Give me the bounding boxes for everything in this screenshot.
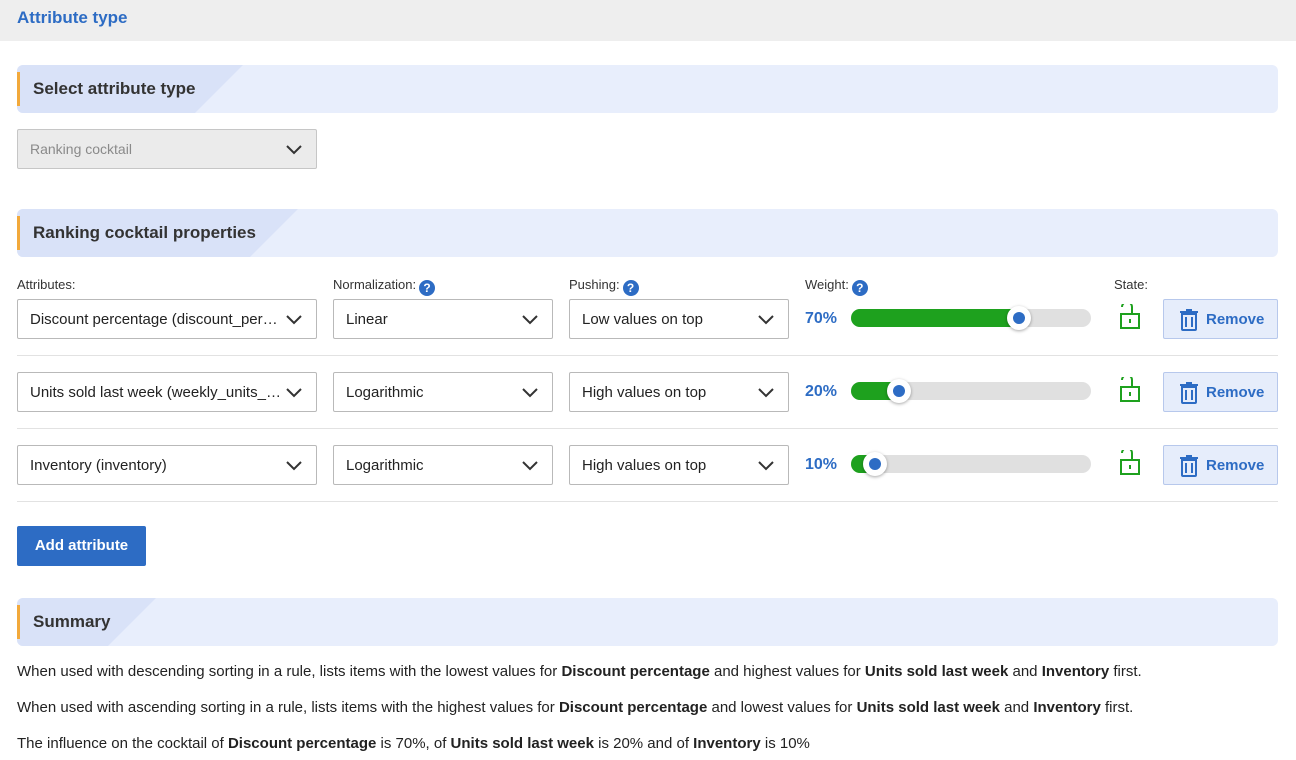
row-divider	[17, 355, 1278, 356]
trash-icon	[1180, 309, 1198, 331]
weight-percentage: 70%	[805, 310, 838, 327]
attribute-select[interactable]: Inventory (inventory)	[17, 445, 317, 485]
weight-percentage: 10%	[805, 456, 838, 473]
column-label-attributes: Attributes:	[17, 277, 76, 292]
weight-slider-handle[interactable]	[887, 379, 911, 403]
summary-line-ascending: When used with ascending sorting in a ru…	[17, 699, 1134, 716]
normalization-select[interactable]: Logarithmic	[333, 445, 553, 485]
help-icon[interactable]: ?	[851, 280, 868, 296]
normalization-select[interactable]: Logarithmic	[333, 372, 553, 412]
column-label-pushing: Pushing:?	[569, 277, 639, 296]
chevron-down-icon	[758, 315, 774, 325]
attribute-select[interactable]: Units sold last week (weekly_units_s...	[17, 372, 317, 412]
chevron-down-icon	[286, 315, 302, 325]
unlock-icon[interactable]	[1118, 377, 1142, 403]
pushing-select[interactable]: High values on top	[569, 445, 789, 485]
weight-slider[interactable]	[851, 379, 1091, 403]
select-value: Ranking cocktail	[30, 141, 132, 157]
chevron-down-icon	[286, 461, 302, 471]
pushing-select[interactable]: Low values on top	[569, 299, 789, 339]
weight-slider-handle[interactable]	[863, 452, 887, 476]
select-value: Inventory (inventory)	[30, 457, 167, 474]
section-title: Select attribute type	[33, 79, 196, 98]
page-title: Attribute type	[17, 8, 128, 27]
select-value: High values on top	[582, 384, 707, 401]
chevron-down-icon	[758, 388, 774, 398]
column-label-weight: Weight:?	[805, 277, 868, 296]
unlock-icon[interactable]	[1118, 450, 1142, 476]
section-title: Summary	[33, 612, 111, 631]
section-title: Ranking cocktail properties	[33, 223, 256, 242]
trash-icon	[1180, 455, 1198, 477]
chevron-down-icon	[286, 145, 302, 155]
attribute-type-select[interactable]: Ranking cocktail	[17, 129, 317, 169]
chevron-down-icon	[522, 315, 538, 325]
chevron-down-icon	[522, 388, 538, 398]
weight-slider[interactable]	[851, 452, 1091, 476]
column-label-normalization: Normalization:?	[333, 277, 436, 296]
weight-slider-handle[interactable]	[1007, 306, 1031, 330]
add-attribute-button[interactable]: Add attribute	[17, 526, 146, 566]
remove-button[interactable]: Remove	[1163, 299, 1278, 339]
select-value: Logarithmic	[346, 457, 424, 474]
select-value: Linear	[346, 311, 388, 328]
select-value: Logarithmic	[346, 384, 424, 401]
section-header-select-type: Select attribute type	[17, 65, 1278, 113]
select-value: Discount percentage (discount_perc...	[30, 311, 282, 328]
pushing-select[interactable]: High values on top	[569, 372, 789, 412]
select-value: High values on top	[582, 457, 707, 474]
section-header-properties: Ranking cocktail properties	[17, 209, 1278, 257]
row-divider	[17, 501, 1278, 502]
row-divider	[17, 428, 1278, 429]
help-icon[interactable]: ?	[622, 280, 639, 296]
section-header-summary: Summary	[17, 598, 1278, 646]
weight-slider[interactable]	[851, 306, 1091, 330]
column-label-state: State:	[1114, 277, 1148, 292]
weight-slider-fill	[851, 309, 1019, 327]
chevron-down-icon	[758, 461, 774, 471]
weight-percentage: 20%	[805, 383, 838, 400]
trash-icon	[1180, 382, 1198, 404]
remove-button[interactable]: Remove	[1163, 445, 1278, 485]
attribute-select[interactable]: Discount percentage (discount_perc...	[17, 299, 317, 339]
chevron-down-icon	[522, 461, 538, 471]
help-icon[interactable]: ?	[419, 280, 436, 296]
summary-line-descending: When used with descending sorting in a r…	[17, 663, 1142, 680]
select-value: Units sold last week (weekly_units_s...	[30, 384, 282, 401]
select-value: Low values on top	[582, 311, 703, 328]
remove-button[interactable]: Remove	[1163, 372, 1278, 412]
unlock-icon[interactable]	[1118, 304, 1142, 330]
chevron-down-icon	[286, 388, 302, 398]
normalization-select[interactable]: Linear	[333, 299, 553, 339]
summary-line-influence: The influence on the cocktail of Discoun…	[17, 735, 810, 752]
top-bar: Attribute type	[0, 0, 1296, 41]
